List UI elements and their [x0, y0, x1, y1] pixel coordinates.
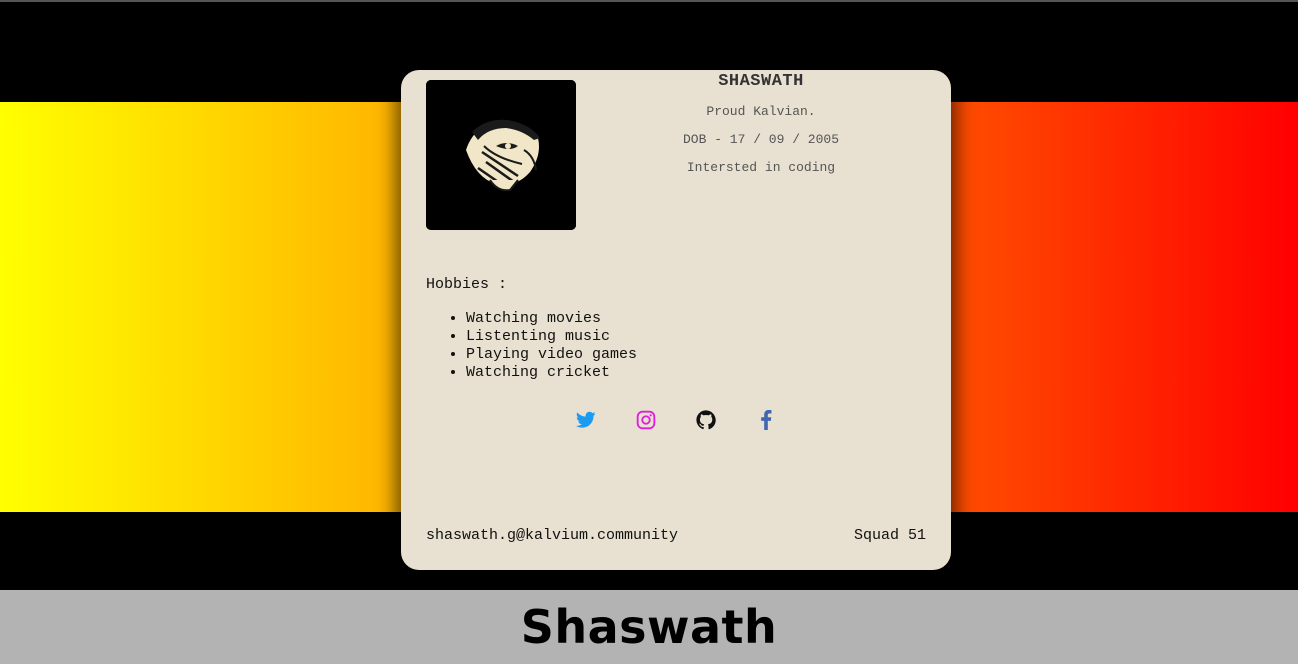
- profile-info: SHASWATH Proud Kalvian. DOB - 17 / 09 / …: [586, 70, 936, 175]
- social-links: [401, 410, 951, 430]
- instagram-link[interactable]: [636, 410, 656, 430]
- profile-dob: DOB - 17 / 09 / 2005: [682, 132, 840, 147]
- github-icon: [696, 410, 716, 430]
- profile-name: SHASWATH: [718, 72, 804, 91]
- contact-email: shaswath.g@kalvium.community: [426, 527, 679, 544]
- facebook-icon: [761, 410, 772, 430]
- twitter-link[interactable]: [576, 410, 596, 430]
- footer-bar: Shaswath: [0, 590, 1298, 664]
- hobbies-list: Watching movies Listenting music Playing…: [426, 310, 637, 382]
- facebook-link[interactable]: [756, 410, 776, 430]
- instagram-icon: [636, 410, 656, 430]
- twitter-icon: [576, 411, 596, 428]
- list-item: Listenting music: [466, 328, 637, 346]
- hobbies-title: Hobbies :: [426, 276, 508, 293]
- squad-label: Squad 51: [853, 527, 926, 544]
- profile-tagline: Proud Kalvian.: [706, 104, 816, 119]
- list-item: Watching cricket: [466, 364, 637, 382]
- profile-interest: Intersted in coding: [686, 160, 836, 175]
- avatar-image: [426, 80, 576, 230]
- page: SHASWATH Proud Kalvian. DOB - 17 / 09 / …: [0, 0, 1298, 664]
- avatar: [426, 80, 576, 230]
- github-link[interactable]: [696, 410, 716, 430]
- list-item: Watching movies: [466, 310, 637, 328]
- footer-name: Shaswath: [520, 600, 778, 654]
- profile-card: SHASWATH Proud Kalvian. DOB - 17 / 09 / …: [401, 70, 951, 570]
- list-item: Playing video games: [466, 346, 637, 364]
